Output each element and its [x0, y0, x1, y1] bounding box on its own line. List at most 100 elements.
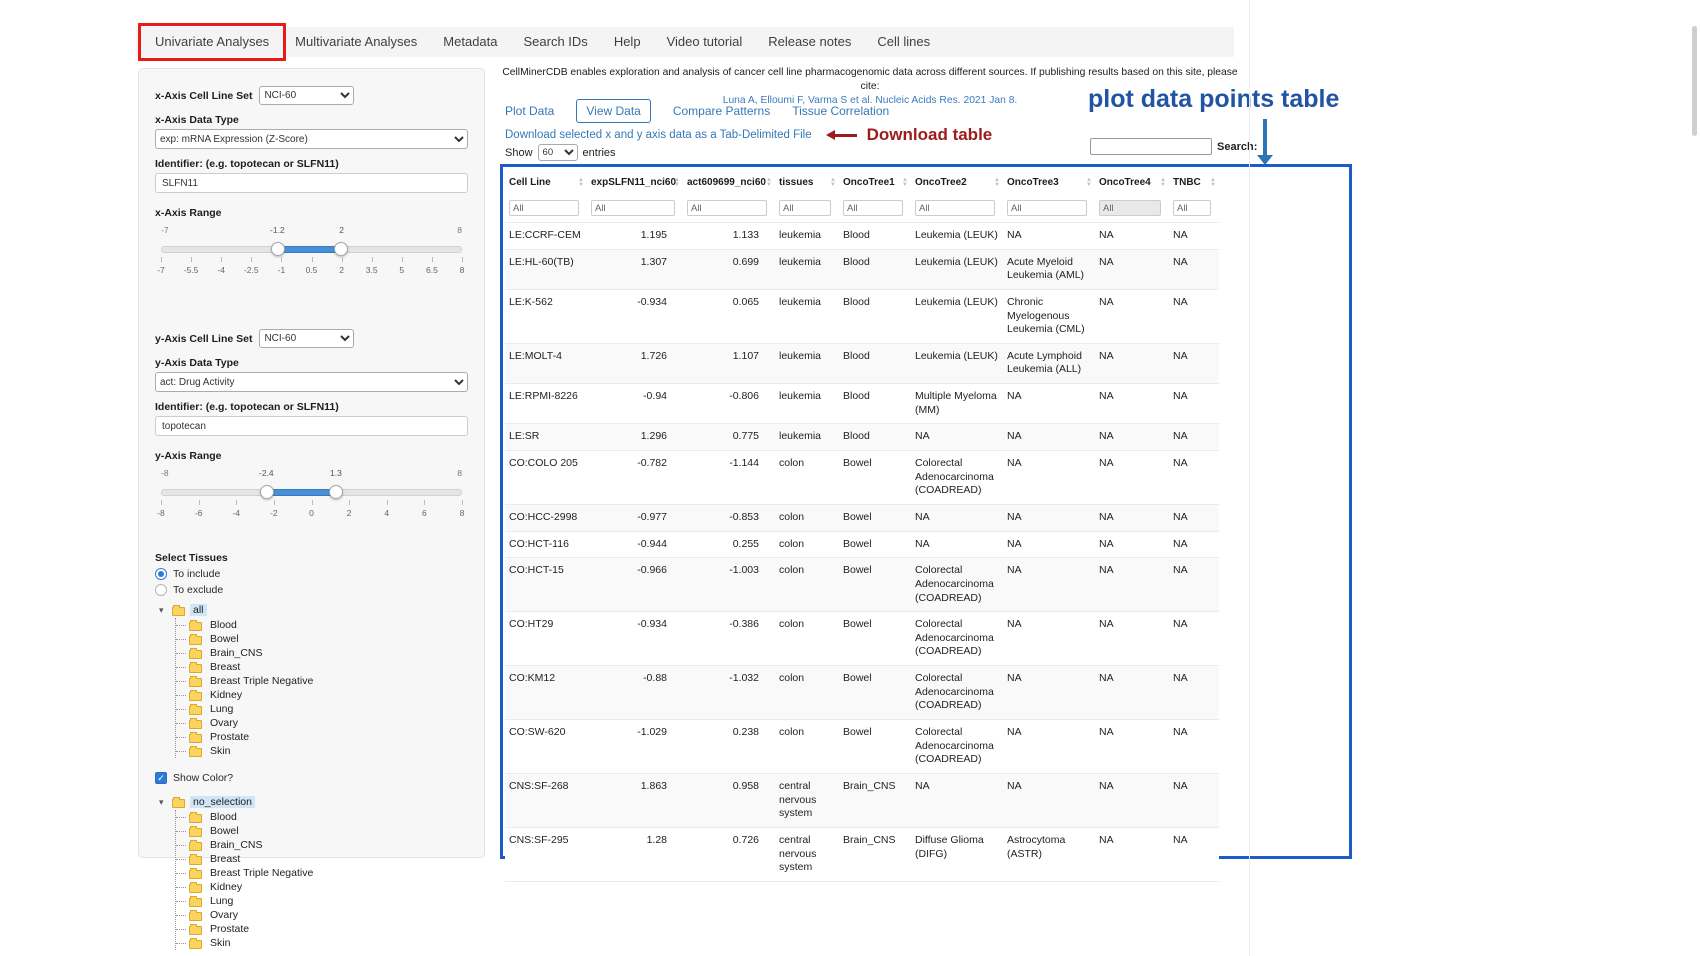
tab-tissue-correlation[interactable]: Tissue Correlation [792, 104, 889, 118]
column-header-tnbc[interactable]: TNBC▲▼ [1169, 169, 1219, 194]
table-row-le-rpmi-8226[interactable]: LE:RPMI-8226-0.94-0.806leukemiaBloodMult… [505, 384, 1219, 424]
tree-item-all[interactable]: ▾all [159, 602, 468, 618]
sort-icon[interactable]: ▲▼ [766, 178, 772, 187]
tree-item-skin[interactable]: Skin [176, 936, 468, 950]
tree-item-breast[interactable]: Breast [176, 660, 468, 674]
table-row-co-colo-205[interactable]: CO:COLO 205-0.782-1.144colonBowelColorec… [505, 451, 1219, 505]
tree-item-ovary[interactable]: Ovary [176, 908, 468, 922]
table-row-le-sr[interactable]: LE:SR1.2960.775leukemiaBloodNANANANA [505, 424, 1219, 451]
table-row-co-km12[interactable]: CO:KM12-0.88-1.032colonBowelColorectal A… [505, 666, 1219, 720]
sort-icon[interactable]: ▲▼ [902, 178, 908, 187]
x-data-type-select[interactable]: exp: mRNA Expression (Z-Score) [155, 129, 468, 149]
tree-item-ovary[interactable]: Ovary [176, 716, 468, 730]
filter-input-oncotree1[interactable] [843, 200, 903, 216]
x-cell-line-set-select[interactable]: NCI-60 [259, 86, 354, 105]
column-header-cell-line[interactable]: Cell Line▲▼ [505, 169, 587, 194]
tissue-exclude-radio[interactable]: To exclude [155, 584, 468, 596]
filter-input-oncotree2[interactable] [915, 200, 995, 216]
tab-plot-data[interactable]: Plot Data [505, 104, 554, 118]
slider-track[interactable] [161, 246, 462, 253]
filter-cell [1095, 194, 1169, 223]
entries-select[interactable]: 60 [538, 144, 578, 161]
column-header-oncotree4[interactable]: OncoTree4▲▼ [1095, 169, 1169, 194]
download-link[interactable]: Download selected x and y axis data as a… [505, 129, 812, 141]
nav-item-video-tutorial[interactable]: Video tutorial [654, 27, 756, 57]
nav-item-metadata[interactable]: Metadata [430, 27, 510, 57]
tree-item-prostate[interactable]: Prostate [176, 922, 468, 936]
sort-icon[interactable]: ▲▼ [1210, 178, 1216, 187]
table-row-cns-sf-295[interactable]: CNS:SF-2951.280.726central nervous syste… [505, 827, 1219, 881]
sort-icon[interactable]: ▲▼ [830, 178, 836, 187]
nav-item-help[interactable]: Help [601, 27, 654, 57]
tree-item-bowel[interactable]: Bowel [176, 824, 468, 838]
column-header-tissues[interactable]: tissues▲▼ [775, 169, 839, 194]
y-identifier-input[interactable] [155, 416, 468, 436]
folder-icon [189, 678, 202, 687]
tree-item-kidney[interactable]: Kidney [176, 688, 468, 702]
search-input[interactable] [1090, 138, 1212, 155]
column-header-oncotree3[interactable]: OncoTree3▲▼ [1003, 169, 1095, 194]
table-row-co-hcc-2998[interactable]: CO:HCC-2998-0.977-0.853colonBowelNANANAN… [505, 504, 1219, 531]
nav-item-release-notes[interactable]: Release notes [755, 27, 864, 57]
tree-item-blood[interactable]: Blood [176, 810, 468, 824]
tree-item-blood[interactable]: Blood [176, 618, 468, 632]
column-header-oncotree2[interactable]: OncoTree2▲▼ [911, 169, 1003, 194]
y-cell-line-set-select[interactable]: NCI-60 [259, 329, 354, 348]
table-row-cns-sf-268[interactable]: CNS:SF-2681.8630.958central nervous syst… [505, 773, 1219, 827]
sort-icon[interactable]: ▲▼ [1086, 178, 1092, 187]
show-color-toggle[interactable]: ✓ Show Color? [155, 772, 468, 784]
slider-handle-to[interactable] [329, 485, 343, 499]
filter-input-cell-line[interactable] [509, 200, 579, 216]
filter-input-tnbc[interactable] [1173, 200, 1211, 216]
tree-item-skin[interactable]: Skin [176, 744, 468, 758]
column-header-oncotree1[interactable]: OncoTree1▲▼ [839, 169, 911, 194]
filter-input-expslfn11-nci60[interactable] [591, 200, 675, 216]
column-header-act609699-nci60[interactable]: act609699_nci60▲▼ [683, 169, 775, 194]
y-data-type-select[interactable]: act: Drug Activity [155, 372, 468, 392]
tree-item-breast-triple-negative[interactable]: Breast Triple Negative [176, 674, 468, 688]
slider-handle-to[interactable] [334, 242, 348, 256]
tree-item-bowel[interactable]: Bowel [176, 632, 468, 646]
table-row-co-ht29[interactable]: CO:HT29-0.934-0.386colonBowelColorectal … [505, 612, 1219, 666]
slider-handle-from[interactable] [260, 485, 274, 499]
column-header-label: act609699_nci60 [687, 177, 766, 188]
sort-icon[interactable]: ▲▼ [578, 178, 584, 187]
tab-compare-patterns[interactable]: Compare Patterns [673, 104, 770, 118]
x-identifier-input[interactable] [155, 173, 468, 193]
nav-item-cell-lines[interactable]: Cell lines [864, 27, 943, 57]
tree-item-lung[interactable]: Lung [176, 894, 468, 908]
slider-handle-from[interactable] [271, 242, 285, 256]
slider-track[interactable] [161, 489, 462, 496]
tissue-include-radio[interactable]: To include [155, 568, 468, 580]
nav-item-univariate-analyses[interactable]: Univariate Analyses [142, 27, 282, 57]
column-header-expslfn11-nci60[interactable]: expSLFN11_nci60▲▼ [587, 169, 683, 194]
tree-item-prostate[interactable]: Prostate [176, 730, 468, 744]
filter-input-act609699-nci60[interactable] [687, 200, 767, 216]
tree-item-lung[interactable]: Lung [176, 702, 468, 716]
sort-icon[interactable]: ▲▼ [1160, 178, 1166, 187]
filter-input-oncotree3[interactable] [1007, 200, 1087, 216]
sort-icon[interactable]: ▲▼ [994, 178, 1000, 187]
table-row-le-ccrf-cem[interactable]: LE:CCRF-CEM1.1951.133leukemiaBloodLeukem… [505, 223, 1219, 250]
tree-item-kidney[interactable]: Kidney [176, 880, 468, 894]
table-row-le-k-562[interactable]: LE:K-562-0.9340.065leukemiaBloodLeukemia… [505, 289, 1219, 343]
nav-item-search-ids[interactable]: Search IDs [511, 27, 601, 57]
filter-input-oncotree4[interactable] [1099, 200, 1161, 216]
y-data-type-label: y-Axis Data Type [155, 357, 468, 369]
tree-item-brain-cns[interactable]: Brain_CNS [176, 646, 468, 660]
page-scrollbar[interactable] [1692, 26, 1697, 136]
filter-input-tissues[interactable] [779, 200, 831, 216]
table-row-le-molt-4[interactable]: LE:MOLT-41.7261.107leukemiaBloodLeukemia… [505, 343, 1219, 383]
table-row-co-hct-116[interactable]: CO:HCT-116-0.9440.255colonBowelNANANANA [505, 531, 1219, 558]
tab-view-data[interactable]: View Data [576, 99, 650, 123]
sort-icon[interactable]: ▲▼ [674, 178, 680, 187]
table-row-co-sw-620[interactable]: CO:SW-620-1.0290.238colonBowelColorectal… [505, 720, 1219, 774]
table-row-le-hl-60-tb[interactable]: LE:HL-60(TB)1.3070.699leukemiaBloodLeuke… [505, 249, 1219, 289]
tree-item-breast[interactable]: Breast [176, 852, 468, 866]
nav-item-multivariate-analyses[interactable]: Multivariate Analyses [282, 27, 430, 57]
tree-item-brain-cns[interactable]: Brain_CNS [176, 838, 468, 852]
folder-icon [189, 814, 202, 823]
table-row-co-hct-15[interactable]: CO:HCT-15-0.966-1.003colonBowelColorecta… [505, 558, 1219, 612]
tree-item-no-selection[interactable]: ▾no_selection [159, 794, 468, 810]
tree-item-breast-triple-negative[interactable]: Breast Triple Negative [176, 866, 468, 880]
